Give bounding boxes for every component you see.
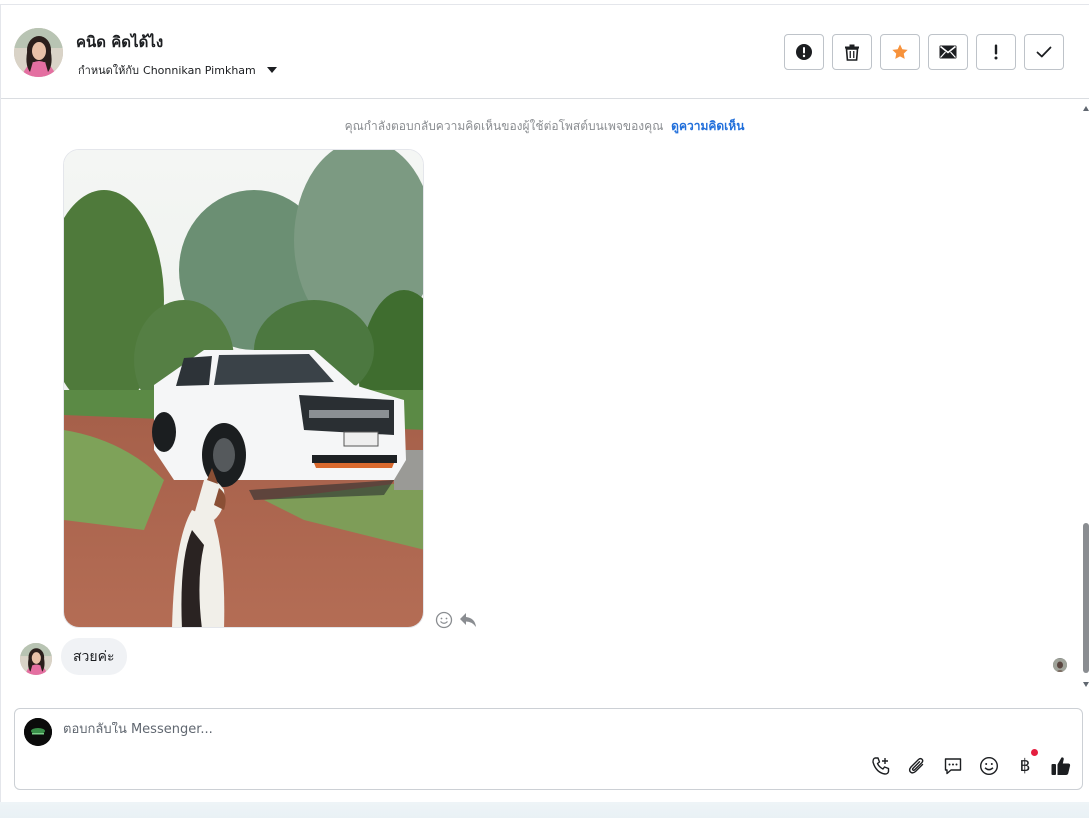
photo-attachment[interactable] bbox=[63, 149, 424, 628]
star-button[interactable] bbox=[880, 34, 920, 70]
star-icon bbox=[892, 44, 908, 59]
like-button[interactable] bbox=[1050, 755, 1072, 777]
attach-button[interactable] bbox=[906, 755, 928, 777]
reply-composer: ฿ bbox=[14, 708, 1083, 790]
trash-icon bbox=[845, 44, 859, 61]
exclamation-icon bbox=[994, 44, 998, 60]
mark-unread-button[interactable] bbox=[928, 34, 968, 70]
saved-replies-icon bbox=[944, 758, 962, 775]
composer-toolbar: ฿ bbox=[870, 749, 1072, 777]
page-avatar bbox=[24, 718, 52, 746]
assignee-name: Chonnikan Pimkham bbox=[143, 63, 256, 77]
reply-arrow-icon[interactable] bbox=[459, 612, 477, 628]
scroll-down-arrow-icon[interactable] bbox=[1083, 682, 1089, 687]
emoji-react-icon[interactable] bbox=[435, 611, 453, 629]
notification-dot bbox=[1031, 749, 1038, 756]
saved-replies-button[interactable] bbox=[942, 755, 964, 777]
contact-name[interactable]: คนิด คิดได้ไง bbox=[76, 30, 163, 54]
messenger-conversation-panel: คนิด คิดได้ไง กำหนดให้กับ Chonnikan Pimk… bbox=[0, 0, 1089, 818]
reply-input[interactable] bbox=[63, 722, 843, 737]
report-spam-button[interactable] bbox=[784, 34, 824, 70]
scroll-up-arrow-icon[interactable] bbox=[1083, 106, 1089, 111]
like-icon bbox=[1051, 757, 1071, 775]
message-bubble[interactable]: สวยค่ะ bbox=[61, 638, 127, 675]
car-photo-image bbox=[64, 150, 423, 627]
assign-label: กำหนดให้กับ bbox=[78, 64, 140, 77]
mark-important-button[interactable] bbox=[976, 34, 1016, 70]
header-actions bbox=[784, 34, 1064, 70]
mark-done-button[interactable] bbox=[1024, 34, 1064, 70]
payment-button[interactable]: ฿ bbox=[1014, 749, 1038, 777]
message-actions bbox=[435, 611, 477, 629]
contact-avatar[interactable] bbox=[14, 28, 63, 77]
bottom-band bbox=[0, 802, 1089, 818]
paperclip-icon bbox=[908, 757, 924, 774]
baht-icon: ฿ bbox=[1019, 756, 1031, 776]
caret-down-icon bbox=[266, 67, 277, 73]
read-receipt-avatar bbox=[1053, 658, 1067, 672]
view-comment-link[interactable]: ดูความคิดเห็น bbox=[671, 119, 744, 133]
conversation-header: คนิด คิดได้ไง กำหนดให้กับ Chonnikan Pimk… bbox=[1, 5, 1089, 99]
call-add-icon bbox=[872, 757, 890, 775]
call-add-button[interactable] bbox=[870, 755, 892, 777]
assign-dropdown[interactable]: กำหนดให้กับ Chonnikan Pimkham bbox=[78, 61, 277, 79]
envelope-icon bbox=[939, 45, 957, 59]
delete-button[interactable] bbox=[832, 34, 872, 70]
scrollbar-thumb[interactable] bbox=[1083, 523, 1089, 673]
reply-context-notice: คุณกำลังตอบกลับความคิดเห็นของผู้ใช้ต่อโพ… bbox=[0, 117, 1089, 136]
check-icon bbox=[1036, 46, 1052, 58]
notice-text: คุณกำลังตอบกลับความคิดเห็นของผู้ใช้ต่อโพ… bbox=[344, 119, 664, 133]
sender-avatar[interactable] bbox=[20, 643, 52, 675]
emoji-icon bbox=[979, 756, 999, 776]
exclamation-circle-icon bbox=[796, 44, 812, 60]
emoji-button[interactable] bbox=[978, 755, 1000, 777]
